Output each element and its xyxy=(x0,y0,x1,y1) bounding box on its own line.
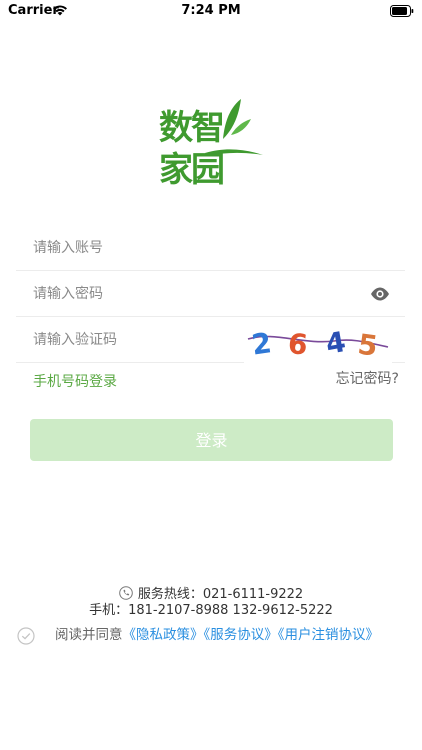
captcha-image[interactable]: 2 6 4 5 xyxy=(244,317,392,363)
captcha-row: 2 6 4 5 xyxy=(16,317,405,363)
cancellation-agreement-link[interactable]: 《用户注销协议》 xyxy=(278,627,379,643)
service-agreement-link[interactable]: 《服务协议》 xyxy=(204,627,278,643)
agreement-checkbox-icon[interactable] xyxy=(17,627,35,645)
agree-prefix: 阅读并同意 xyxy=(55,627,123,643)
logo-line2: 家园 xyxy=(159,150,223,187)
password-row xyxy=(16,271,405,317)
captcha-input[interactable] xyxy=(33,317,243,363)
logo-line1: 数智 xyxy=(159,108,223,148)
phone-login-link[interactable]: 手机号码登录 xyxy=(33,371,117,391)
eye-icon[interactable] xyxy=(369,284,391,304)
username-input[interactable] xyxy=(33,225,243,271)
agreement-text: 阅读并同意《隐私政策》《服务协议》《用户注销协议》 xyxy=(55,627,405,643)
phone-icon xyxy=(119,586,133,600)
status-time: 7:24 PM xyxy=(181,3,241,18)
mobile-numbers: 手机：181-2107-8988 132-9612-5222 xyxy=(89,603,333,618)
captcha-digit: 6 xyxy=(286,327,309,362)
forgot-password-link[interactable]: 忘记密码? xyxy=(336,368,399,388)
username-row xyxy=(16,225,405,271)
app-logo: 数智 家园 xyxy=(159,99,263,187)
login-button[interactable]: 登录 xyxy=(30,419,393,461)
status-bar: Carrier 7:24 PM xyxy=(0,0,422,24)
privacy-policy-link[interactable]: 《隐私政策》 xyxy=(123,627,204,643)
password-input[interactable] xyxy=(33,271,243,317)
battery-icon xyxy=(390,5,414,17)
